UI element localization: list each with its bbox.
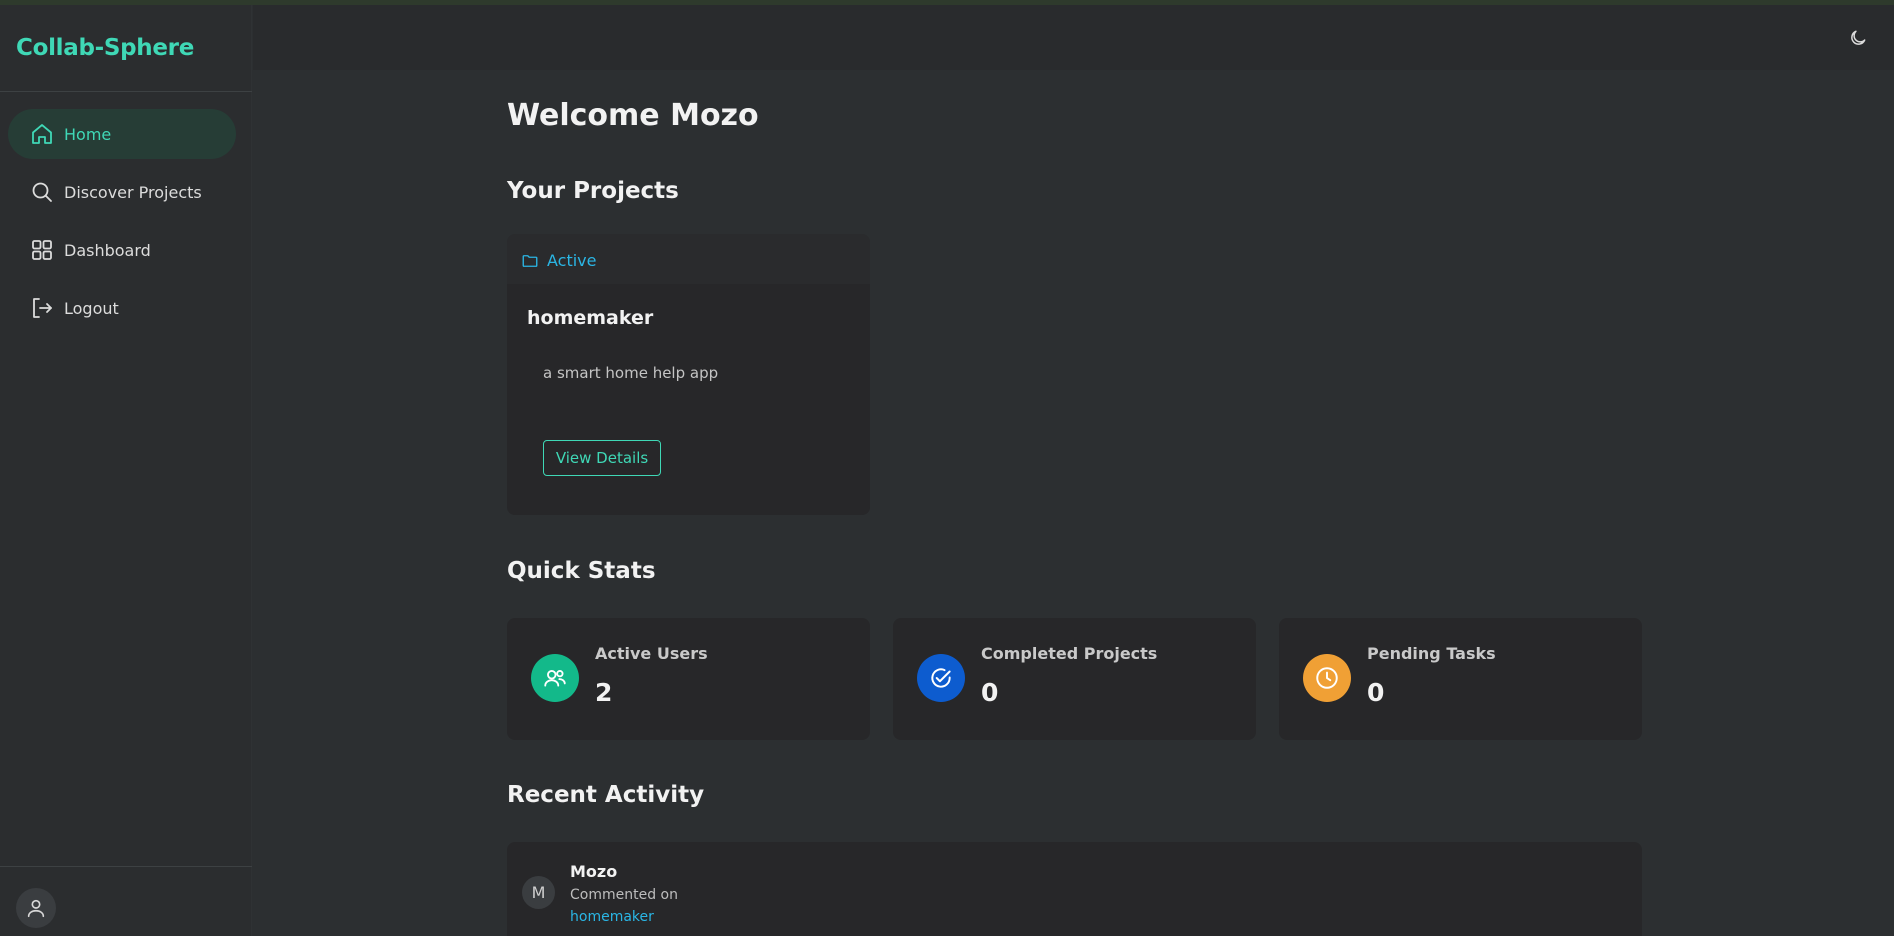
sidebar-item-discover-projects[interactable]: Discover Projects: [8, 167, 236, 217]
user-icon: [27, 899, 45, 918]
stat-icon-badge: [1303, 654, 1351, 702]
sidebar-item-home[interactable]: Home: [8, 109, 236, 159]
sidebar-nav: Home Discover Projects Dashboard Logout: [8, 109, 236, 341]
stat-label: Active Users: [595, 644, 708, 663]
project-name: homemaker: [527, 307, 654, 329]
stat-card-pending-tasks: Pending Tasks 0: [1279, 618, 1642, 740]
sidebar-item-label: Dashboard: [64, 240, 151, 260]
logout-icon: [30, 296, 54, 320]
theme-toggle-button[interactable]: [1847, 27, 1869, 49]
stats-section-title: Quick Stats: [507, 558, 656, 584]
project-status-label: Active: [547, 251, 597, 270]
sidebar-bottom-divider: [0, 866, 252, 867]
clock-icon: [1316, 667, 1338, 689]
brand-logo-text[interactable]: Collab-Sphere: [16, 35, 194, 61]
sidebar-item-label: Logout: [64, 298, 119, 318]
sidebar-item-label: Home: [64, 124, 112, 144]
stat-label: Pending Tasks: [1367, 644, 1496, 663]
project-card-body: homemaker a smart home help app View Det…: [507, 284, 870, 515]
stat-label: Completed Projects: [981, 644, 1158, 663]
project-description: a smart home help app: [543, 364, 719, 382]
stat-value: 0: [1367, 678, 1385, 707]
top-header: [253, 5, 1894, 70]
stat-icon-badge: [531, 654, 579, 702]
activity-action-text: Commented on: [570, 887, 678, 903]
stat-value: 2: [595, 678, 613, 707]
moon-icon: [1851, 30, 1866, 45]
folder-icon: [522, 254, 538, 267]
user-avatar-button[interactable]: [16, 888, 56, 928]
activity-user-name: Mozo: [570, 862, 618, 881]
activity-item: M Mozo Commented on homemaker: [507, 842, 1642, 936]
activity-section-title: Recent Activity: [507, 782, 705, 808]
project-status-badge: Active: [521, 251, 597, 270]
sidebar-item-label: Discover Projects: [64, 182, 202, 202]
sidebar-item-dashboard[interactable]: Dashboard: [8, 225, 236, 275]
grid-icon: [30, 238, 54, 262]
home-icon: [30, 122, 54, 146]
stat-value: 0: [981, 678, 999, 707]
search-icon: [30, 180, 54, 204]
activity-project-link[interactable]: homemaker: [570, 909, 654, 925]
stat-icon-badge: [917, 654, 965, 702]
avatar: M: [522, 876, 555, 909]
stat-card-active-users: Active Users 2: [507, 618, 870, 740]
project-card: Active homemaker a smart home help app V…: [507, 234, 870, 515]
sidebar: Collab-Sphere Home Discover Projects Das…: [0, 5, 252, 936]
projects-section-title: Your Projects: [507, 178, 679, 204]
check-circle-icon: [931, 668, 951, 688]
page-title: Welcome Mozo: [507, 98, 759, 133]
users-icon: [544, 670, 566, 687]
sidebar-item-logout[interactable]: Logout: [8, 283, 236, 333]
view-details-button[interactable]: View Details: [543, 440, 661, 476]
sidebar-divider: [0, 91, 252, 92]
stat-card-completed-projects: Completed Projects 0: [893, 618, 1256, 740]
